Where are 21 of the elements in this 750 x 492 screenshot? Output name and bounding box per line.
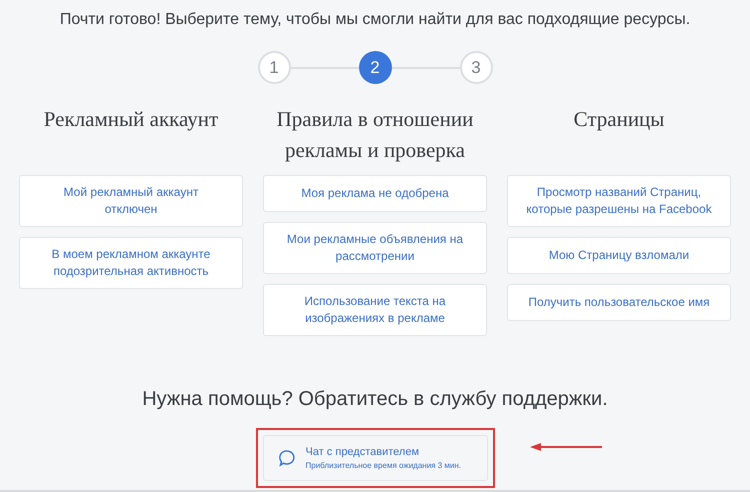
topic-button[interactable]: В моем рекламном аккаунте подозрительная активность — [19, 237, 243, 289]
arrow — [530, 442, 602, 452]
column-heading: Рекламный аккаунт — [42, 106, 220, 133]
step-indicator: 2 — [358, 51, 392, 84]
wait-time: Приблизительное время ожидания 3 мин. — [306, 460, 462, 472]
step-indicator: 3 — [460, 51, 492, 84]
topic-button[interactable]: Мои рекламные объявления на рассмотрении — [263, 222, 487, 274]
topic-button[interactable]: Моя реклама не одобрена — [263, 175, 487, 212]
help-heading: Нужна помощь? Обратитесь в службу поддержки. — [142, 387, 608, 412]
topic-button[interactable]: Получить пользовательское имя — [507, 284, 731, 321]
topic-button[interactable]: Мой рекламный аккаунт отключен — [19, 175, 243, 227]
headline: Почти готово! Выберите тему, чтобы мы смогли найти для вас подходящие ресурсы. — [60, 10, 690, 30]
chat-bubble-icon — [278, 449, 296, 467]
topic-button[interactable]: Просмотр названий Страниц, которые разрешены на Facebook — [507, 175, 731, 227]
column-heading: Правила в отношении рекламы и проверка — [276, 106, 474, 164]
chat-label: Чат с представителем — [306, 444, 420, 460]
column-heading: Страницы — [572, 106, 666, 133]
topic-button[interactable]: Использование текста на изображениях в рекламе — [263, 284, 487, 336]
chat-button[interactable]: Чат с представителем Приблизительное время ожидания 3 мин. — [262, 435, 488, 481]
step-indicator: 1 — [258, 51, 290, 84]
topic-button[interactable]: Мою Страницу взломали — [507, 237, 731, 274]
